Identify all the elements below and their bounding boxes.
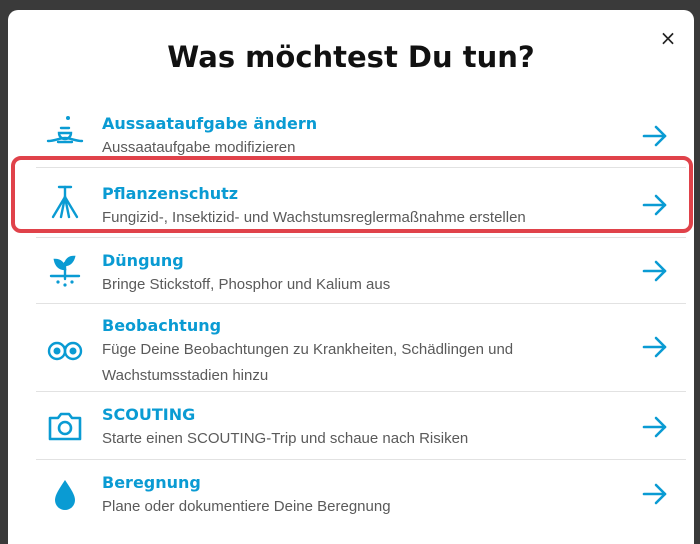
arrow-right-icon[interactable] [640,479,670,509]
item-description: Plane oder dokumentiere Deine Beregnung [102,498,391,515]
arrow-right-icon[interactable] [640,256,670,286]
list-item-duengung[interactable]: Düngung Bringe Stickstoff, Phosphor und … [36,238,686,304]
item-label: Aussaataufgabe ändern [102,114,318,133]
list-item-pflanzenschutz[interactable]: Pflanzenschutz Fungizid-, Insektizid- un… [36,168,686,238]
binoculars-icon [42,326,88,372]
list-item-aussaataufgabe[interactable]: Aussaataufgabe ändern Aussaataufgabe mod… [36,98,686,168]
arrow-right-icon[interactable] [640,190,670,220]
arrow-right-icon[interactable] [640,121,670,151]
seed-sowing-icon [42,108,88,154]
item-label: Beregnung [102,473,201,492]
list-item-beregnung[interactable]: Beregnung Plane oder dokumentiere Deine … [36,460,686,530]
item-description: Bringe Stickstoff, Phosphor und Kalium a… [102,276,391,293]
fertilizer-icon [42,248,88,294]
item-description: Füge Deine Beobachtungen zu Krankheiten,… [102,341,514,384]
action-list: Aussaataufgabe ändern Aussaataufgabe mod… [36,98,686,530]
sprayer-icon [42,180,88,226]
action-dialog: × Was möchtest Du tun? Aussaataufgabe än… [8,10,694,544]
item-description: Starte einen SCOUTING-Trip und schaue na… [102,430,469,447]
camera-icon [42,403,88,449]
item-label: SCOUTING [102,405,196,424]
arrow-right-icon[interactable] [640,332,670,362]
water-drop-icon [42,472,88,518]
item-label: Pflanzenschutz [102,184,239,203]
arrow-right-icon[interactable] [640,412,670,442]
list-item-beobachtung[interactable]: Beobachtung Füge Deine Beobachtungen zu … [36,304,686,392]
item-description: Fungizid-, Insektizid- und Wachstumsregl… [102,209,526,226]
item-description: Aussaataufgabe modifizieren [102,139,296,156]
list-item-scouting[interactable]: SCOUTING Starte einen SCOUTING-Trip und … [36,392,686,460]
dialog-title: Was möchtest Du tun? [167,40,535,74]
item-label: Beobachtung [102,316,222,335]
item-label: Düngung [102,251,184,270]
